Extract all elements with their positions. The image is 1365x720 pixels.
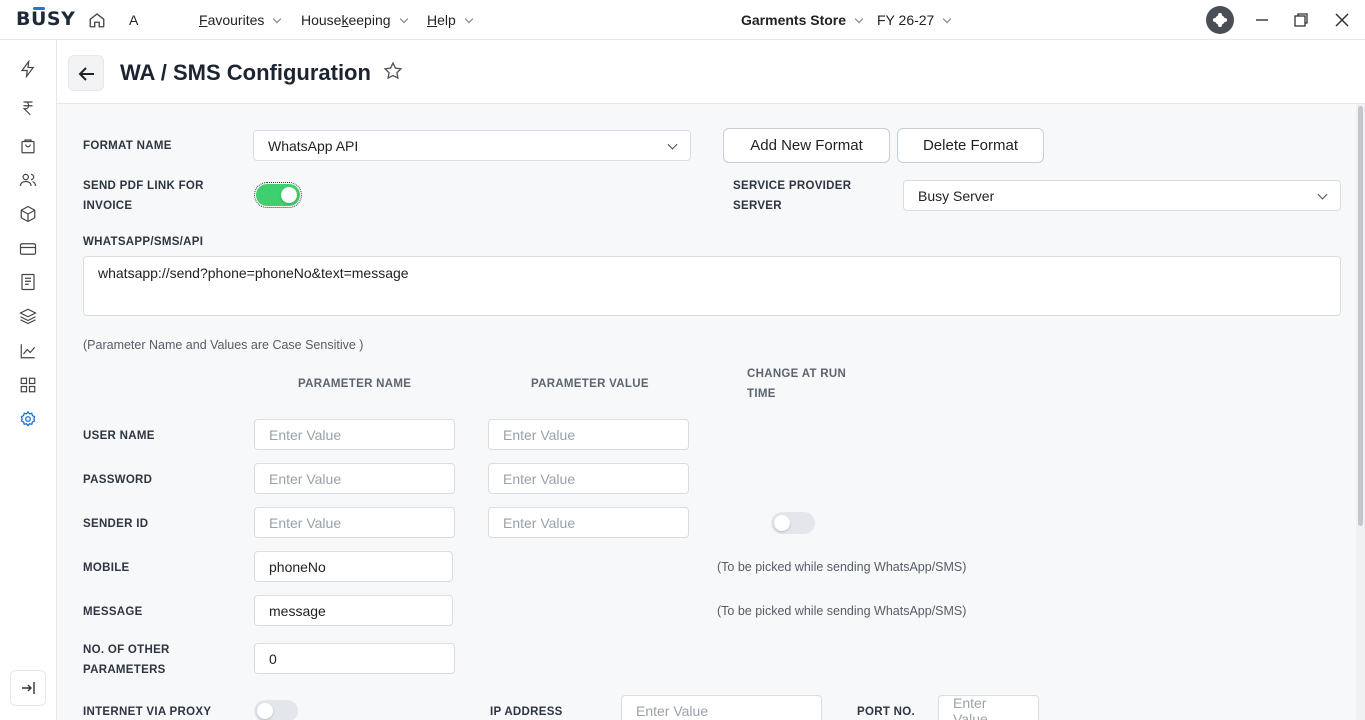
grid-icon[interactable] <box>19 376 37 394</box>
users-icon[interactable] <box>19 171 37 189</box>
chevron-down-icon <box>464 14 474 24</box>
service-provider-select[interactable]: Busy Server <box>903 180 1341 211</box>
busy-logo[interactable]: BUSY <box>16 8 75 30</box>
home-icon[interactable] <box>88 11 106 29</box>
user-name-param-value-input[interactable]: Enter Value <box>488 419 689 450</box>
chevron-down-icon <box>1317 189 1328 200</box>
case-sensitive-note: (Parameter Name and Values are Case Sens… <box>83 338 364 352</box>
menu-help[interactable]: Help <box>427 12 474 28</box>
message-note: (To be picked while sending WhatsApp/SMS… <box>717 604 967 618</box>
document-icon[interactable] <box>19 273 37 291</box>
user-name-label: USER NAME <box>83 430 155 442</box>
star-icon[interactable] <box>383 61 403 81</box>
password-label: PASSWORD <box>83 474 153 486</box>
other-parameters-count-input[interactable]: 0 <box>254 643 455 674</box>
mobile-param-name-input[interactable]: phoneNo <box>254 551 453 582</box>
service-provider-label: SERVICE PROVIDER SERVER <box>733 180 852 212</box>
change-at-runtime-header: CHANGE AT RUN TIME <box>747 368 847 400</box>
sun-icon <box>1215 15 1225 25</box>
chevron-down-icon <box>399 14 408 24</box>
sender-id-label: SENDER ID <box>83 518 149 530</box>
add-new-format-button[interactable]: Add New Format <box>723 128 890 163</box>
expand-sidebar-button[interactable] <box>10 670 46 706</box>
port-no-input[interactable]: Enter Value <box>938 695 1039 720</box>
api-label: WHATSAPP/SMS/API <box>83 236 204 248</box>
mobile-label: MOBILE <box>83 562 130 574</box>
delete-format-button[interactable]: Delete Format <box>897 128 1044 163</box>
ip-address-input[interactable]: Enter Value <box>621 695 822 720</box>
format-name-select[interactable]: WhatsApp API <box>253 130 691 161</box>
arrow-left-icon <box>78 67 94 81</box>
box-icon[interactable] <box>19 205 37 223</box>
vertical-scrollbar[interactable] <box>1356 104 1365 720</box>
chevron-down-icon <box>667 139 678 150</box>
card-icon[interactable] <box>19 240 37 258</box>
restore-icon[interactable] <box>1291 10 1311 30</box>
gear-icon[interactable] <box>19 410 37 428</box>
user-name-param-name-input[interactable]: Enter Value <box>254 419 455 450</box>
theme-toggle-button[interactable] <box>1206 6 1234 34</box>
arrow-right-bar-icon <box>22 682 35 694</box>
password-param-value-input[interactable]: Enter Value <box>488 463 689 494</box>
top-bar: BUSY A Favourites Housekeeping Help Garm… <box>0 0 1365 40</box>
chevron-down-icon <box>273 14 282 24</box>
internet-via-proxy-toggle[interactable] <box>254 700 298 720</box>
sidebar <box>0 40 57 720</box>
send-pdf-label: SEND PDF LINK FOR INVOICE <box>83 180 204 212</box>
minimize-icon[interactable] <box>1252 10 1272 30</box>
parameter-value-header: PARAMETER VALUE <box>531 378 649 390</box>
internet-via-proxy-label: INTERNET VIA PROXY <box>83 706 212 718</box>
message-label: MESSAGE <box>83 606 143 618</box>
chart-icon[interactable] <box>19 342 37 360</box>
store-selector[interactable]: Garments Store <box>741 12 864 28</box>
scrollbar-thumb[interactable] <box>1358 106 1363 526</box>
lightning-icon[interactable] <box>19 60 37 78</box>
message-param-name-input[interactable]: message <box>254 595 453 626</box>
chevron-down-icon <box>854 14 864 24</box>
layers-icon[interactable] <box>19 307 37 325</box>
parameter-name-header: PARAMETER NAME <box>298 378 412 390</box>
close-icon[interactable] <box>1332 10 1352 30</box>
sender-id-param-value-input[interactable]: Enter Value <box>488 507 689 538</box>
sender-id-param-name-input[interactable]: Enter Value <box>254 507 455 538</box>
ip-address-label: IP ADDRESS <box>490 706 563 718</box>
menu-housekeeping[interactable]: Housekeeping <box>301 12 408 28</box>
fy-selector[interactable]: FY 26-27 <box>877 12 952 28</box>
mobile-note: (To be picked while sending WhatsApp/SMS… <box>717 560 967 574</box>
other-parameters-label: NO. OF OTHER PARAMETERS <box>83 644 170 676</box>
send-pdf-toggle[interactable] <box>254 182 302 208</box>
chevron-down-icon <box>943 14 952 24</box>
page-header: WA / SMS Configuration <box>57 40 1365 104</box>
company-selector[interactable]: A <box>129 12 138 28</box>
sender-id-runtime-toggle[interactable] <box>771 512 815 534</box>
shopping-bag-icon[interactable] <box>19 137 37 155</box>
password-param-name-input[interactable]: Enter Value <box>254 463 455 494</box>
format-name-label: FORMAT NAME <box>83 140 172 152</box>
menu-favourites[interactable]: Favourites <box>199 12 282 28</box>
page-title: WA / SMS Configuration <box>120 60 371 85</box>
port-no-label: PORT NO. <box>857 706 915 718</box>
rupee-icon[interactable] <box>19 99 37 117</box>
config-form: FORMAT NAME WhatsApp API Add New Format … <box>57 104 1356 720</box>
back-button[interactable] <box>68 55 104 91</box>
api-url-input[interactable]: whatsapp://send?phone=phoneNo&text=messa… <box>83 256 1341 316</box>
